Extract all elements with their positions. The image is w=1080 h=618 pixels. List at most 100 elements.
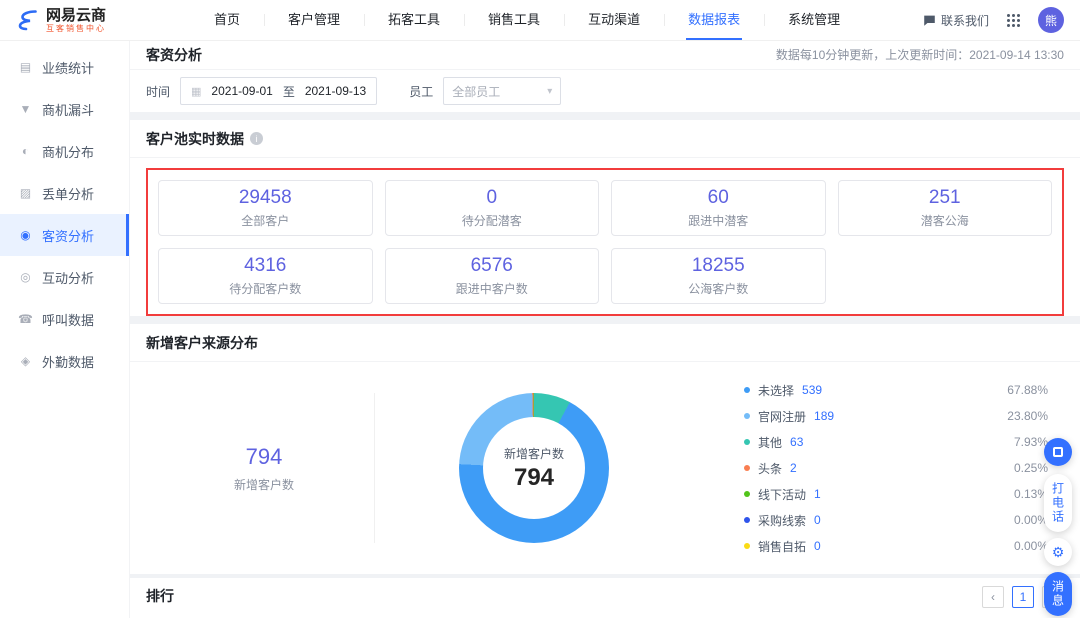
legend-percent: 23.80%: [1007, 409, 1048, 423]
legend-name: 官网注册: [758, 408, 806, 425]
pagination-page-1[interactable]: 1: [1012, 586, 1034, 608]
nav-item-system-management[interactable]: 系统管理: [764, 0, 864, 40]
customer-analysis-icon: ◉: [18, 228, 33, 242]
legend-name: 头条: [758, 460, 782, 477]
donut-chart-wrap: 新增客户数 794: [459, 393, 609, 543]
service-icon: [1053, 447, 1063, 457]
chevron-down-icon: ▾: [547, 86, 552, 97]
nav-item-data-reports[interactable]: 数据报表: [664, 0, 764, 40]
legend-percent: 0.13%: [1014, 487, 1048, 501]
nav-item-interaction-channels[interactable]: 互动渠道: [564, 0, 664, 40]
nav-item-home[interactable]: 首页: [190, 0, 264, 40]
legend-value: 63: [790, 435, 803, 449]
info-icon[interactable]: i: [250, 132, 263, 145]
legend-item-other[interactable]: 其他 63 7.93%: [744, 433, 1048, 452]
make-call-button[interactable]: 打电话: [1044, 474, 1072, 532]
total-value: 794: [154, 444, 374, 470]
date-separator: 至: [283, 83, 295, 100]
legend-item-self-developed[interactable]: 销售自拓 0 0.00%: [744, 537, 1048, 556]
stat-label: 待分配潜客: [462, 212, 522, 229]
sidebar-item-label: 丢单分析: [42, 184, 94, 203]
legend-value: 0: [814, 513, 821, 527]
legend-item-website-signup[interactable]: 官网注册 189 23.80%: [744, 407, 1048, 426]
stat-card-pending-customers: 4316 待分配客户数: [158, 248, 373, 304]
donut-center: 新增客户数 794: [483, 417, 585, 519]
date-start-value[interactable]: 2021-09-01: [211, 84, 272, 98]
contact-us-button[interactable]: 联系我们: [923, 12, 989, 29]
location-icon: ◈: [18, 354, 33, 368]
legend-name: 线下活动: [758, 486, 806, 503]
legend-dot: [744, 543, 750, 549]
legend-name: 其他: [758, 434, 782, 451]
phone-icon: ☎: [18, 312, 33, 326]
sidebar-item-call-data[interactable]: ☎ 呼叫数据: [0, 298, 129, 340]
donut-center-label: 新增客户数: [504, 445, 564, 462]
bottom-section-title: 排行: [146, 586, 174, 618]
legend-name: 销售自拓: [758, 538, 806, 555]
realtime-section: 客户池实时数据 i 29458 全部客户 0 待分配潜客 60 跟进中潜客 25…: [130, 120, 1080, 316]
interaction-analysis-icon: ◎: [18, 270, 33, 284]
legend-dot: [744, 413, 750, 419]
brand: 网易云商 互客销售中心: [16, 7, 174, 33]
user-avatar[interactable]: 熊: [1038, 7, 1064, 33]
page-title: 客资分析: [146, 45, 202, 65]
sidebar-item-lost-order-analysis[interactable]: ▨ 丢单分析: [0, 172, 129, 214]
stat-card-following-customers: 6576 跟进中客户数: [385, 248, 600, 304]
pagination-prev-button[interactable]: ‹: [982, 586, 1004, 608]
sidebar-item-customer-analysis[interactable]: ◉ 客资分析: [0, 214, 129, 256]
date-end-value[interactable]: 2021-09-13: [305, 84, 366, 98]
stat-card-pending-prospects: 0 待分配潜客: [385, 180, 600, 236]
stat-card-pool-customers: 18255 公海客户数: [611, 248, 826, 304]
sidebar-item-label: 业绩统计: [42, 58, 94, 77]
nav-item-customer-management[interactable]: 客户管理: [264, 0, 364, 40]
sidebar-item-opportunity-funnel[interactable]: ▼ 商机漏斗: [0, 88, 129, 130]
stat-label: 公海客户数: [688, 280, 748, 297]
bottom-partial-section: 排行 ‹ 1 ›: [130, 578, 1080, 618]
legend-item-offline-event[interactable]: 线下活动 1 0.13%: [744, 485, 1048, 504]
sidebar-item-opportunity-distribution[interactable]: ◐ 商机分布: [0, 130, 129, 172]
stat-card-total-customers: 29458 全部客户: [158, 180, 373, 236]
sidebar-item-label: 外勤数据: [42, 352, 94, 371]
lost-order-icon: ▨: [18, 186, 33, 200]
stat-value: 60: [708, 187, 729, 209]
legend-item-toutiao[interactable]: 头条 2 0.25%: [744, 459, 1048, 478]
service-button[interactable]: [1044, 438, 1072, 466]
funnel-icon: ▼: [18, 102, 33, 116]
performance-stats-icon: ▤: [18, 60, 33, 74]
stat-card-prospect-pool: 251 潜客公海: [838, 180, 1053, 236]
settings-button[interactable]: ⚙: [1044, 538, 1072, 566]
stat-value: 251: [929, 187, 961, 209]
stat-label: 待分配客户数: [229, 280, 301, 297]
legend-dot: [744, 491, 750, 497]
legend-value: 539: [802, 383, 822, 397]
legend-item-unselected[interactable]: 未选择 539 67.88%: [744, 381, 1048, 400]
legend-dot: [744, 465, 750, 471]
stat-value: 0: [486, 187, 497, 209]
gear-icon: ⚙: [1052, 544, 1065, 561]
sidebar-item-performance-stats[interactable]: ▤ 业绩统计: [0, 46, 129, 88]
staff-select[interactable]: 全部员工 ▾: [443, 77, 561, 105]
legend-name: 未选择: [758, 382, 794, 399]
stat-value: 4316: [244, 255, 286, 277]
legend-value: 2: [790, 461, 797, 475]
staff-select-value: 全部员工: [452, 83, 500, 100]
sidebar-item-field-data[interactable]: ◈ 外勤数据: [0, 340, 129, 382]
donut-center-value: 794: [514, 464, 554, 492]
stat-label: 潜客公海: [921, 212, 969, 229]
chart-legend: 未选择 539 67.88% 官网注册 189 23.80% 其他 63 7.9…: [744, 381, 1056, 556]
nav-item-sales-tools[interactable]: 销售工具: [464, 0, 564, 40]
stat-value: 29458: [239, 187, 292, 209]
sidebar-item-interaction-analysis[interactable]: ◎ 互动分析: [0, 256, 129, 298]
legend-percent: 0.00%: [1014, 539, 1048, 553]
legend-item-purchase-leads[interactable]: 采购线索 0 0.00%: [744, 511, 1048, 530]
stat-label: 全部客户: [241, 212, 289, 229]
nav-item-prospecting-tools[interactable]: 拓客工具: [364, 0, 464, 40]
realtime-section-title: 客户池实时数据: [146, 129, 244, 149]
sidebar-item-label: 商机漏斗: [42, 100, 94, 119]
apps-grid-icon[interactable]: [1007, 14, 1020, 27]
highlight-frame: 29458 全部客户 0 待分配潜客 60 跟进中潜客 251 潜客公海 431…: [146, 168, 1064, 316]
date-range-picker[interactable]: ▦ 2021-09-01 至 2021-09-13: [180, 77, 377, 105]
message-button[interactable]: 消息: [1044, 572, 1072, 616]
legend-percent: 7.93%: [1014, 435, 1048, 449]
legend-value: 0: [814, 539, 821, 553]
